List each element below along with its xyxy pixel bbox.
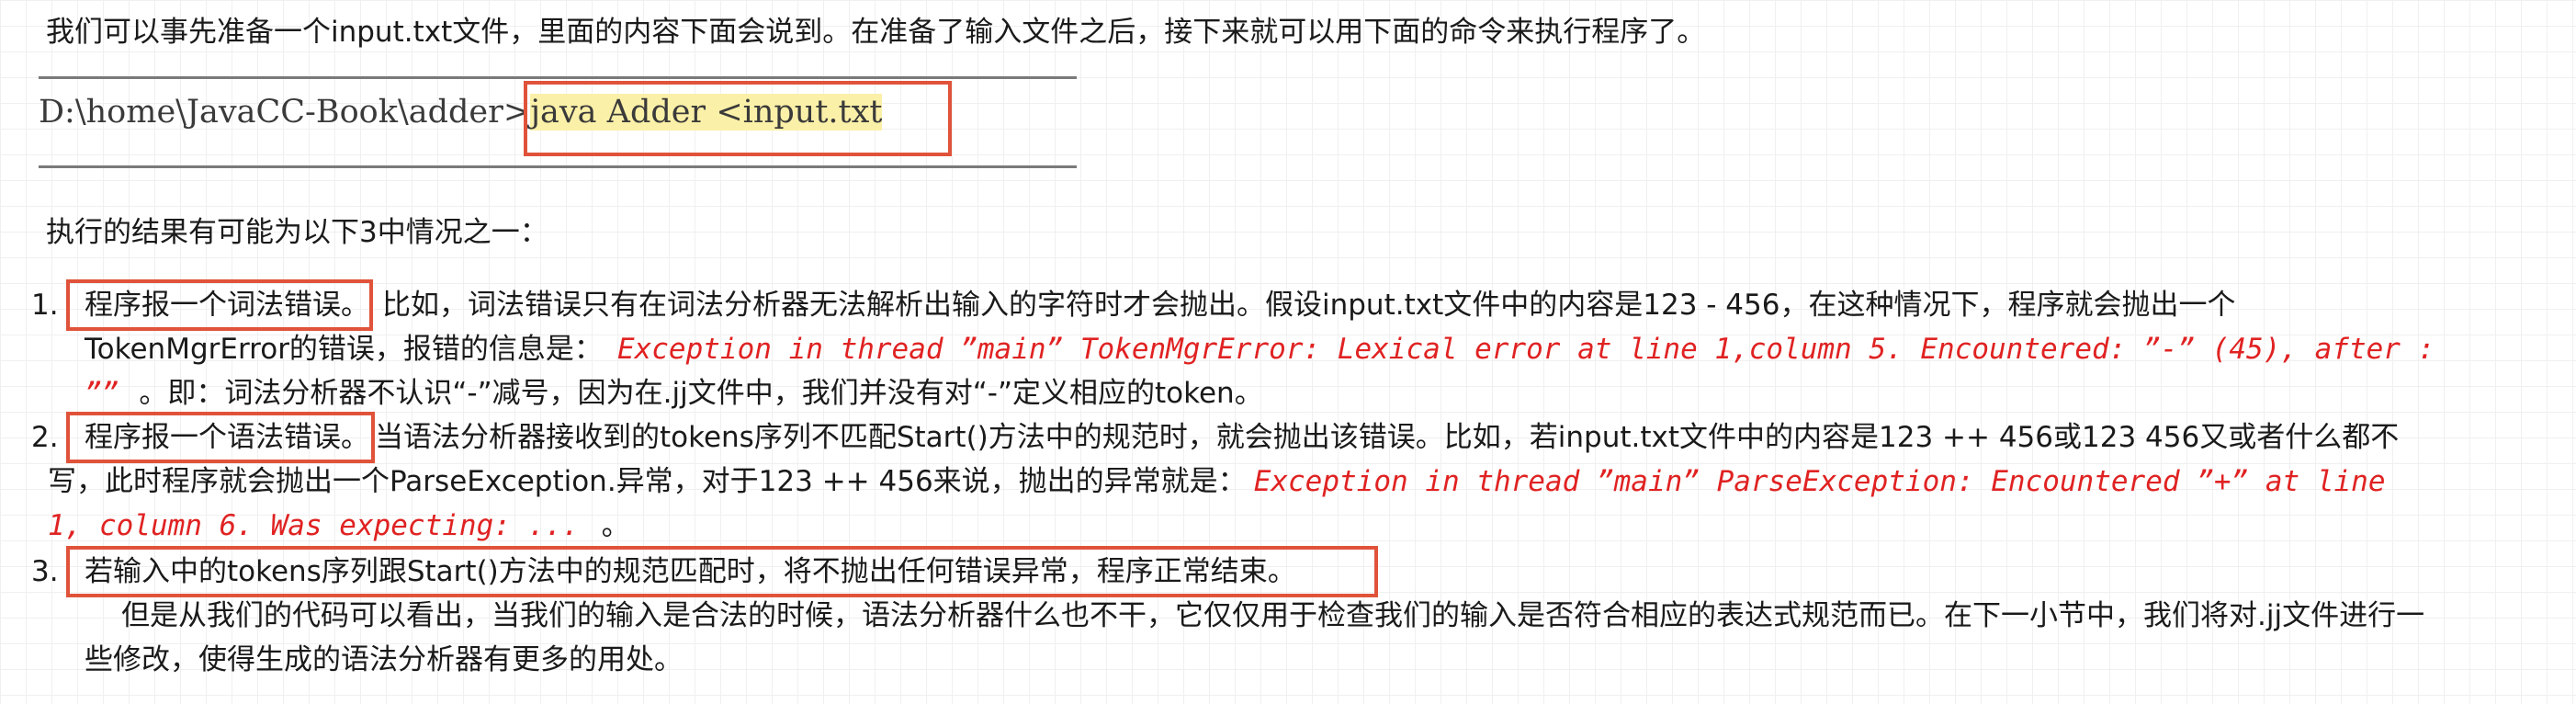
closing-line-1: 但是从我们的代码可以看出，当我们的输入是合法的时候，语法分析器什么也不干，它仅仅… bbox=[121, 599, 2425, 632]
result-intro: 执行的结果有可能为以下3中情况之一： bbox=[46, 216, 548, 249]
command-highlight-box bbox=[524, 81, 952, 156]
intro-paragraph: 我们可以事先准备一个input.txt文件，里面的内容下面会说到。在准备了输入文… bbox=[46, 16, 1706, 49]
command-path: D:\home\JavaCC-Book\adder> bbox=[39, 94, 531, 131]
list-item-1-line-3: ”” 。即：词法分析器不认识“-”减号，因为在.jj文件中，我们并没有对“-”定义… bbox=[85, 377, 1263, 410]
closing-line-2: 些修改，使得生成的语法分析器有更多的用处。 bbox=[85, 643, 683, 676]
item-3-title-box bbox=[66, 546, 1378, 597]
list-item-1-line-1: 程序报一个词法错误。 比如，词法错误只有在词法分析器无法解析出输入的字符时才会抛出… bbox=[85, 289, 2236, 322]
code-top-rule bbox=[39, 76, 1077, 79]
error-message-2: Exception in thread ”main” ParseExceptio… bbox=[1253, 465, 2386, 498]
code-bottom-rule bbox=[39, 165, 1077, 168]
list-item-2-line-1: 程序报一个语法错误。 当语法分析器接收到的tokens序列不匹配Start()方法… bbox=[85, 421, 2400, 454]
list-number-1: 1. bbox=[31, 289, 59, 322]
item-2-title-box bbox=[66, 412, 375, 463]
list-number-2: 2. bbox=[31, 421, 59, 454]
list-item-2-line-2: 写，此时程序就会抛出一个ParseException.异常，对于123 ++ 4… bbox=[48, 465, 2386, 498]
item-1-title-box bbox=[66, 279, 373, 331]
list-item-2-line-3: 1, column 6. Was expecting: ...。 bbox=[48, 509, 630, 542]
error-message-1: Exception in thread ”main” TokenMgrError… bbox=[616, 333, 2435, 366]
list-item-1-line-2: TokenMgrError的错误，报错的信息是： Exception in thr… bbox=[85, 333, 2435, 366]
list-number-3: 3. bbox=[31, 555, 59, 588]
